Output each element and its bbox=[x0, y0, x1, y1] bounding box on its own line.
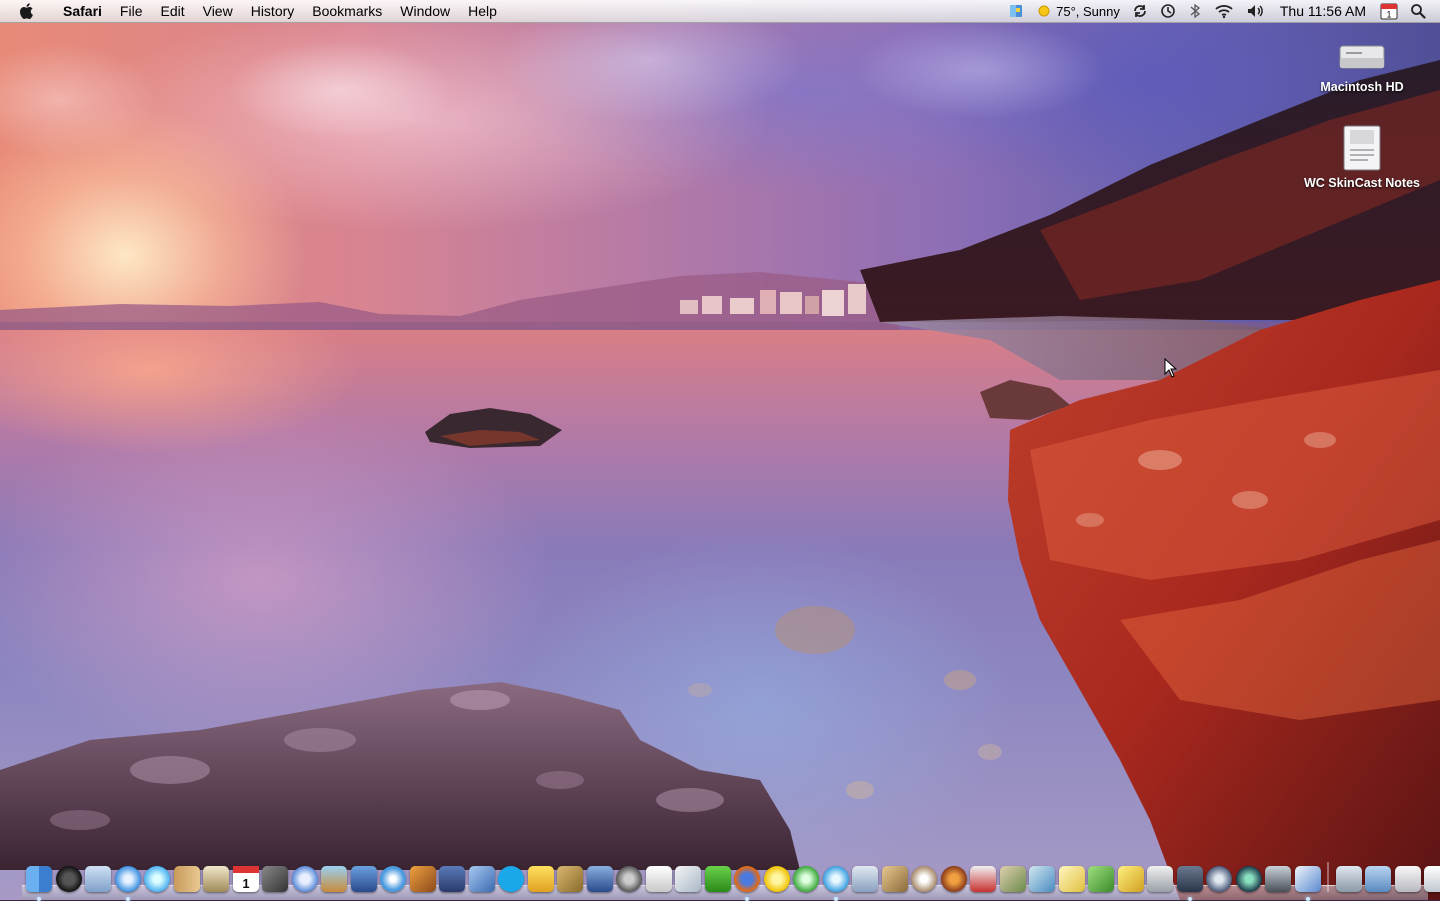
sync-icon[interactable] bbox=[1126, 0, 1154, 22]
garageband-icon[interactable] bbox=[409, 866, 436, 892]
dashcode-icon[interactable] bbox=[793, 866, 819, 892]
cyberduck-icon[interactable] bbox=[527, 866, 554, 892]
imovie-icon[interactable] bbox=[350, 866, 377, 892]
dock-items: 1 bbox=[26, 862, 1440, 901]
spotlight-icon[interactable] bbox=[1404, 0, 1440, 22]
applications-folder-icon[interactable] bbox=[1335, 866, 1362, 892]
spaces-icon[interactable] bbox=[439, 866, 465, 892]
desktop-icon-macintosh-hd[interactable]: Macintosh HD bbox=[1292, 38, 1432, 94]
pages-icon[interactable] bbox=[675, 866, 701, 892]
stuffit-icon[interactable] bbox=[881, 866, 908, 892]
email-stack-icon[interactable] bbox=[1424, 866, 1440, 892]
downloads-stack-icon[interactable] bbox=[1394, 866, 1421, 892]
desktop-icon-label: Macintosh HD bbox=[1320, 80, 1404, 94]
photo-gallery-icon[interactable] bbox=[999, 866, 1026, 892]
dock: 1 bbox=[22, 858, 1440, 901]
menu-view[interactable]: View bbox=[194, 0, 242, 22]
weather-widget[interactable]: 75°, Sunny bbox=[1030, 0, 1126, 22]
time-machine-icon[interactable] bbox=[1154, 0, 1182, 22]
documents-folder-icon[interactable] bbox=[1365, 866, 1391, 892]
menu-window[interactable]: Window bbox=[391, 0, 459, 22]
skincast-notes-icon[interactable] bbox=[1294, 866, 1321, 901]
desktop-icon-label: WC SkinCast Notes bbox=[1304, 176, 1420, 190]
maps-icon[interactable] bbox=[1029, 866, 1055, 892]
photo-booth-icon[interactable] bbox=[262, 866, 288, 892]
menu-app-safari[interactable]: Safari bbox=[54, 0, 111, 22]
textedit-icon[interactable] bbox=[645, 866, 672, 892]
preview-icon[interactable] bbox=[203, 866, 229, 892]
mail-drop-icon[interactable] bbox=[1176, 866, 1203, 901]
menu-edit[interactable]: Edit bbox=[151, 0, 193, 22]
flickr-uploadr-icon[interactable] bbox=[852, 866, 878, 892]
menu-file[interactable]: File bbox=[111, 0, 152, 22]
transmit-icon[interactable] bbox=[940, 866, 967, 892]
itunes-icon[interactable] bbox=[291, 866, 318, 892]
menu-help[interactable]: Help bbox=[459, 0, 506, 22]
fantastical-icon[interactable] bbox=[970, 866, 996, 892]
desktop-wallpaper bbox=[0, 0, 1440, 900]
svg-text:1: 1 bbox=[1386, 10, 1391, 20]
calendar-icon[interactable]: 1 bbox=[1374, 0, 1404, 22]
sun-icon bbox=[1036, 3, 1052, 19]
wallpaper-foreground-rocks bbox=[0, 682, 800, 870]
desktop-icon-wc-skincast-notes[interactable]: WC SkinCast Notes bbox=[1292, 124, 1432, 190]
tweetie-icon[interactable] bbox=[822, 866, 849, 901]
activity-monitor-icon[interactable] bbox=[1265, 866, 1291, 892]
skype-icon[interactable] bbox=[498, 866, 524, 892]
menubar-clock[interactable]: Thu 11:56 AM bbox=[1272, 3, 1374, 19]
installer-icon[interactable] bbox=[557, 866, 583, 892]
firefox-icon[interactable] bbox=[734, 866, 760, 901]
apple-menu-icon[interactable] bbox=[18, 0, 36, 22]
network-utility-icon[interactable] bbox=[1206, 866, 1232, 892]
mail-icon[interactable] bbox=[85, 866, 111, 892]
finder-flag-icon[interactable] bbox=[1002, 0, 1030, 22]
document-icon bbox=[1340, 124, 1384, 172]
system-preferences-icon[interactable] bbox=[616, 866, 642, 892]
ical-icon[interactable]: 1 bbox=[232, 866, 259, 892]
notes-icon[interactable] bbox=[1058, 866, 1085, 892]
time-machine-dock-icon[interactable] bbox=[1235, 866, 1262, 892]
bluetooth-icon[interactable] bbox=[1182, 0, 1208, 22]
menu-history[interactable]: History bbox=[242, 0, 304, 22]
menu-bar: Safari File Edit View History Bookmarks … bbox=[0, 0, 1440, 23]
weather-text: 75°, Sunny bbox=[1056, 3, 1120, 19]
svg-text:1: 1 bbox=[242, 876, 249, 891]
ichat-icon[interactable] bbox=[144, 866, 170, 892]
dashboard-icon[interactable] bbox=[55, 866, 82, 892]
adium-icon[interactable] bbox=[763, 866, 790, 892]
numbers-icon[interactable] bbox=[1088, 866, 1114, 892]
automator-icon[interactable] bbox=[586, 866, 613, 892]
wifi-icon[interactable] bbox=[1208, 0, 1240, 22]
evernote-icon[interactable] bbox=[704, 866, 731, 892]
idvd-icon[interactable] bbox=[380, 866, 406, 892]
mouse-cursor-icon bbox=[1164, 358, 1178, 378]
hard-drive-icon bbox=[1338, 38, 1386, 76]
finder-icon[interactable] bbox=[26, 866, 52, 901]
xcode-icon[interactable] bbox=[468, 866, 495, 892]
safari-icon[interactable] bbox=[114, 866, 141, 901]
volume-icon[interactable] bbox=[1240, 0, 1272, 22]
coconutbattery-icon[interactable] bbox=[911, 866, 937, 892]
menu-bookmarks[interactable]: Bookmarks bbox=[303, 0, 391, 22]
image-capture-icon[interactable] bbox=[1147, 866, 1173, 892]
stickies-icon[interactable] bbox=[1117, 866, 1144, 892]
address-book-icon[interactable] bbox=[173, 866, 200, 892]
iphoto-icon[interactable] bbox=[321, 866, 347, 892]
dock-separator bbox=[1327, 862, 1329, 892]
